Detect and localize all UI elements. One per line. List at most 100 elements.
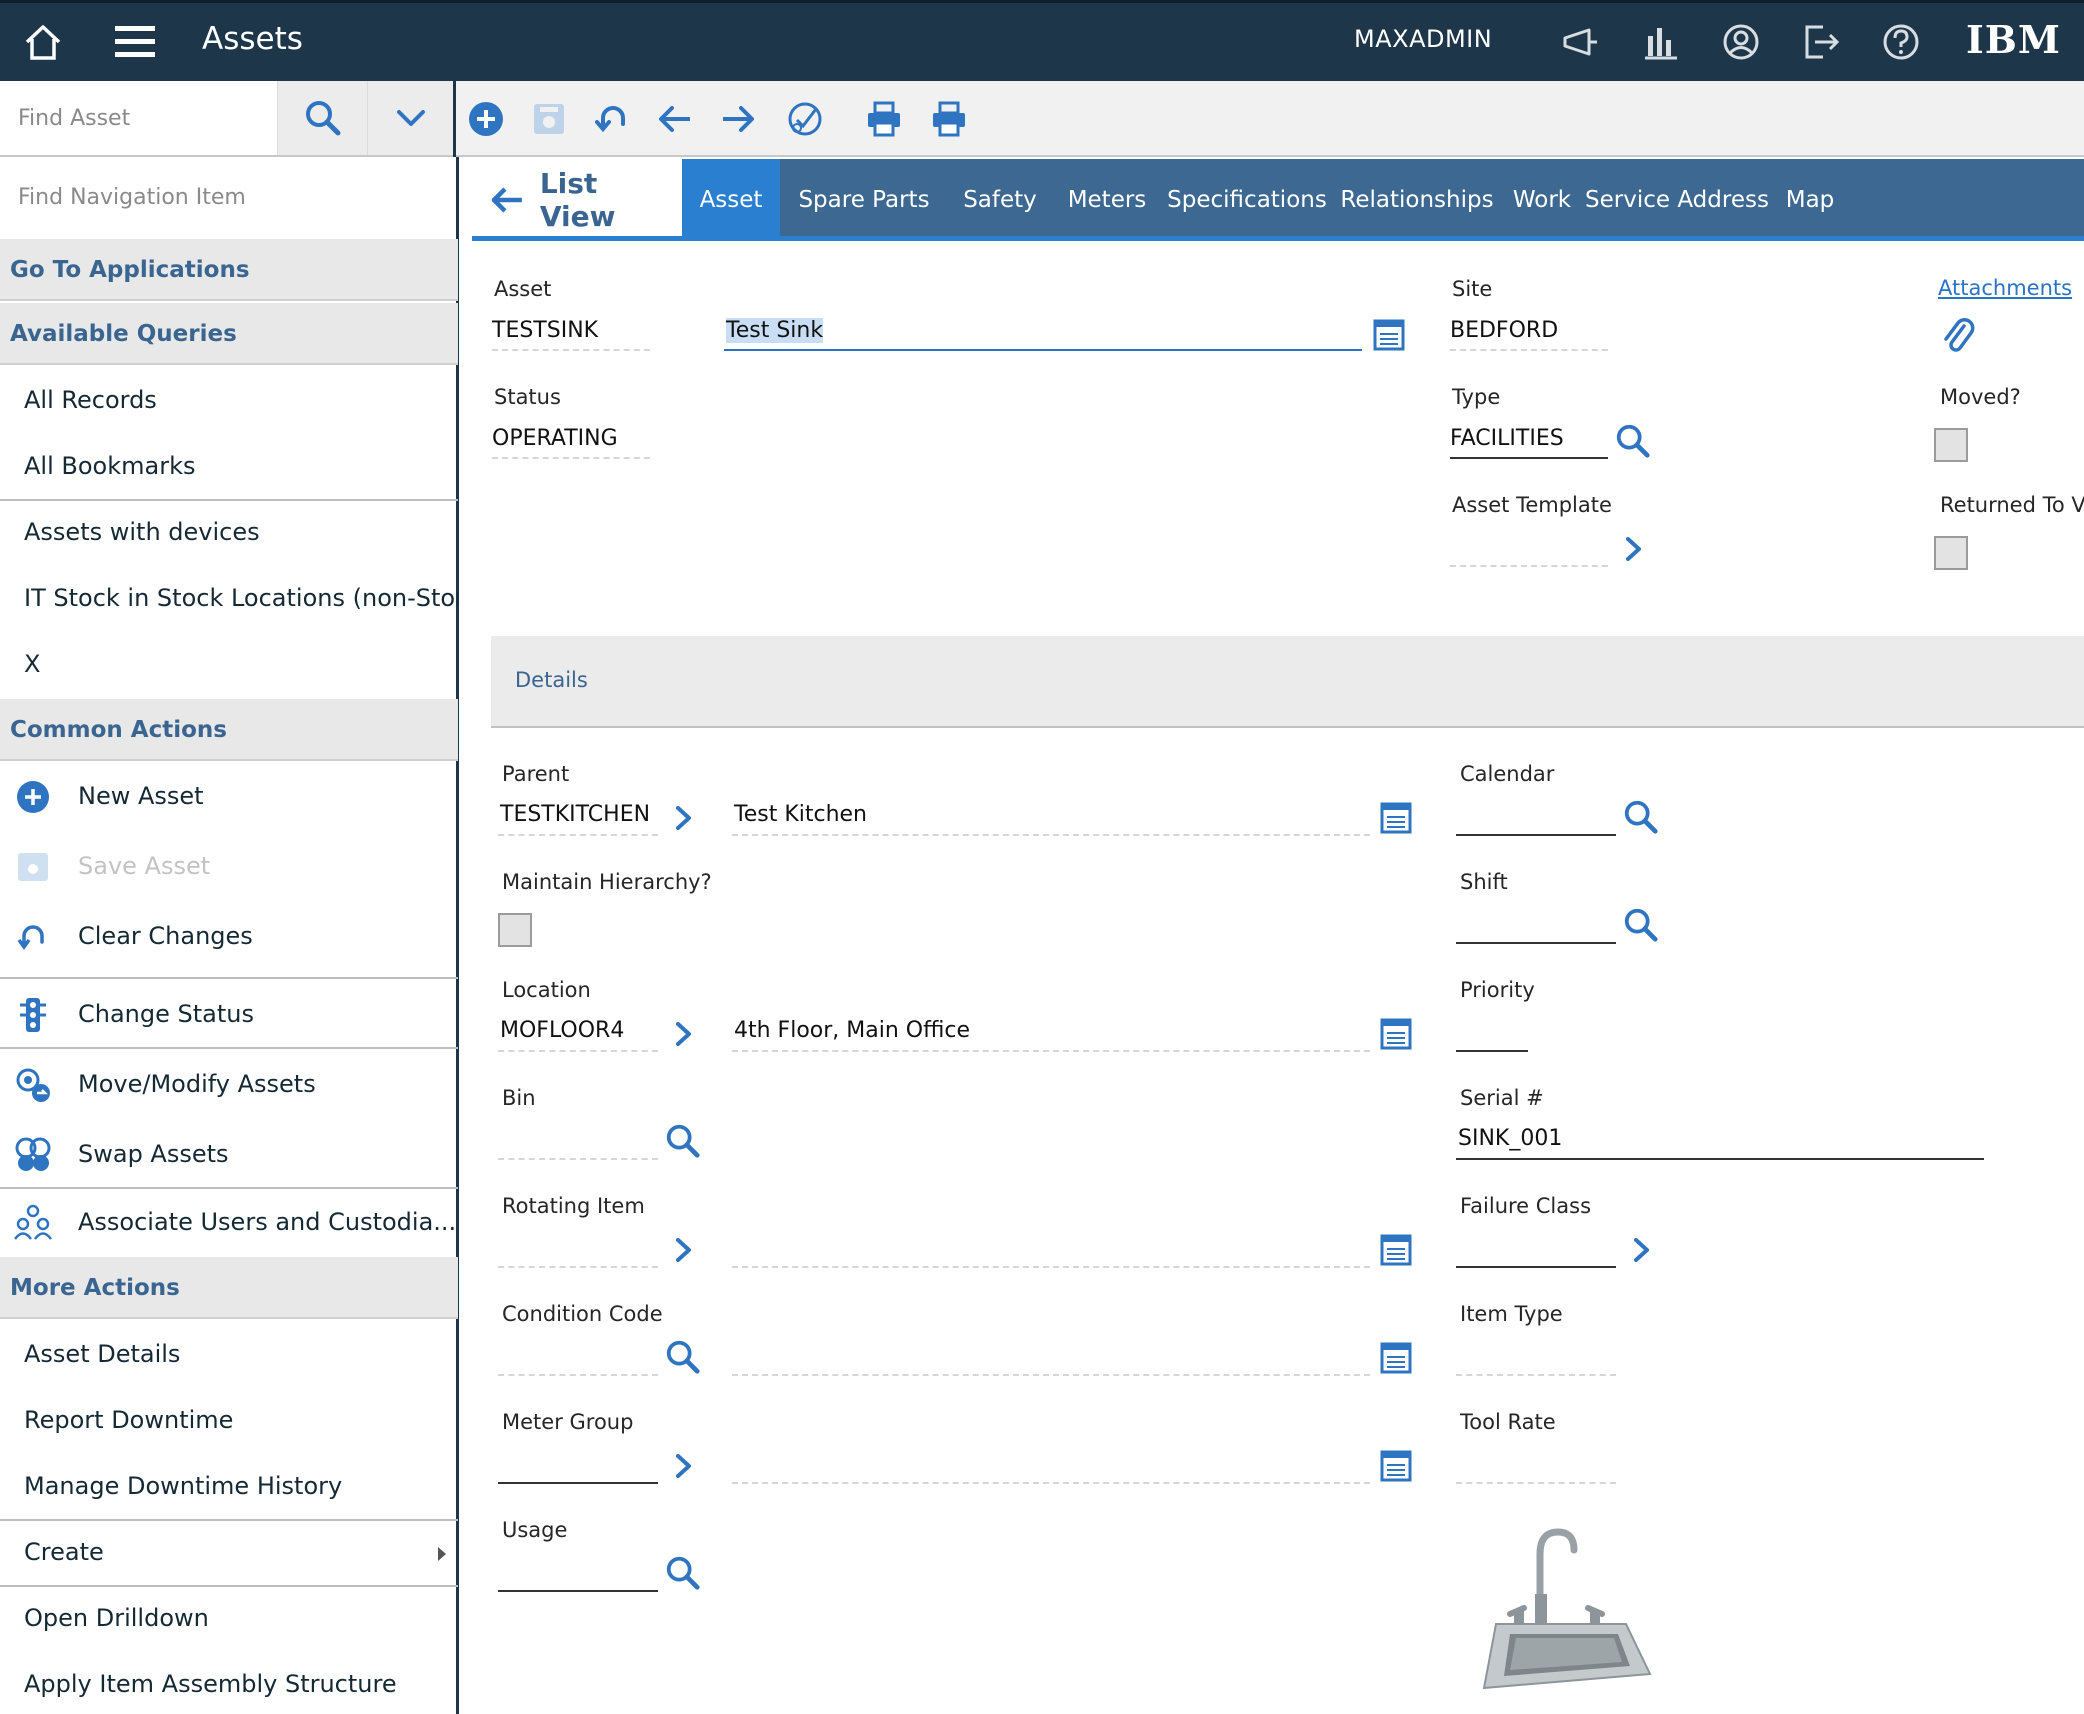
action-clear-changes[interactable]: Clear Changes bbox=[0, 903, 458, 969]
moved-checkbox[interactable] bbox=[1934, 428, 1968, 462]
paperclip-icon[interactable] bbox=[1942, 316, 1976, 356]
find-navigation-input[interactable] bbox=[0, 157, 456, 237]
more-apply-item-assembly[interactable]: Apply Item Assembly Structure bbox=[0, 1651, 458, 1714]
long-description-icon[interactable] bbox=[1377, 1231, 1415, 1269]
field-underline bbox=[498, 1158, 658, 1160]
tab-meters[interactable]: Meters bbox=[1052, 159, 1162, 240]
query-x[interactable]: X bbox=[0, 631, 458, 697]
type-label: Type bbox=[1452, 385, 1501, 409]
more-asset-details[interactable]: Asset Details bbox=[0, 1321, 458, 1387]
add-icon bbox=[17, 781, 49, 813]
serial-field[interactable]: SINK_001 bbox=[1458, 1121, 1562, 1157]
search-icon[interactable] bbox=[1622, 906, 1660, 944]
more-report-downtime[interactable]: Report Downtime bbox=[0, 1387, 458, 1453]
change-status-icon[interactable] bbox=[781, 95, 829, 143]
tab-work[interactable]: Work bbox=[1502, 159, 1582, 240]
description-field[interactable]: Test Sink bbox=[726, 313, 824, 349]
tab-relationships[interactable]: Relationships bbox=[1332, 159, 1502, 240]
profile-icon[interactable] bbox=[1714, 15, 1768, 69]
priority-label: Priority bbox=[1460, 978, 1535, 1002]
reports-icon[interactable] bbox=[1634, 15, 1688, 69]
parent-field[interactable]: TESTKITCHEN bbox=[500, 797, 650, 833]
long-description-icon[interactable] bbox=[1377, 1447, 1415, 1485]
field-underline bbox=[492, 349, 650, 351]
search-icon[interactable] bbox=[664, 1554, 702, 1592]
action-associate-users[interactable]: Associate Users and Custodia... bbox=[0, 1189, 458, 1255]
action-swap-assets[interactable]: Swap Assets bbox=[0, 1121, 458, 1187]
failure-class-label: Failure Class bbox=[1460, 1194, 1592, 1218]
field-underline bbox=[492, 457, 650, 459]
chevron-right-icon[interactable] bbox=[670, 1018, 698, 1050]
search-icon[interactable] bbox=[1614, 422, 1652, 460]
more-manage-downtime-history[interactable]: Manage Downtime History bbox=[0, 1453, 458, 1519]
previous-record-icon[interactable] bbox=[651, 95, 699, 143]
swap-assets-icon bbox=[15, 1137, 51, 1171]
details-section-header[interactable]: Details bbox=[491, 636, 2084, 728]
chevron-right-icon[interactable] bbox=[1628, 1234, 1656, 1266]
print-attachments-icon[interactable] bbox=[925, 95, 973, 143]
tab-safety[interactable]: Safety bbox=[948, 159, 1052, 240]
site-field[interactable]: BEDFORD bbox=[1450, 313, 1558, 349]
sign-out-icon[interactable] bbox=[1794, 15, 1848, 69]
long-description-icon[interactable] bbox=[1377, 799, 1415, 837]
chevron-right-icon[interactable] bbox=[670, 1450, 698, 1482]
field-underline bbox=[732, 834, 1370, 836]
list-view-tab[interactable]: List View bbox=[472, 159, 682, 240]
field-underline bbox=[1450, 349, 1608, 351]
tab-spare-parts[interactable]: Spare Parts bbox=[780, 159, 948, 240]
menu-icon[interactable] bbox=[108, 15, 162, 69]
query-it-stock[interactable]: IT Stock in Stock Locations (non-Stor... bbox=[0, 565, 458, 631]
find-asset-input[interactable] bbox=[0, 81, 278, 155]
print-icon[interactable] bbox=[860, 95, 908, 143]
action-move-modify-assets[interactable]: Move/Modify Assets bbox=[0, 1051, 458, 1117]
action-change-status[interactable]: Change Status bbox=[0, 981, 458, 1047]
more-open-drilldown[interactable]: Open Drilldown bbox=[0, 1585, 458, 1651]
search-icon[interactable] bbox=[1622, 798, 1660, 836]
search-button[interactable] bbox=[278, 81, 368, 155]
query-all-bookmarks[interactable]: All Bookmarks bbox=[0, 433, 458, 499]
field-underline bbox=[498, 1266, 658, 1268]
asset-template-label: Asset Template bbox=[1452, 493, 1612, 517]
returned-checkbox[interactable] bbox=[1934, 536, 1968, 570]
field-underline bbox=[1456, 1266, 1616, 1268]
more-actions-header[interactable]: More Actions bbox=[0, 1257, 458, 1319]
tab-service-address[interactable]: Service Address bbox=[1582, 159, 1772, 240]
chevron-right-icon[interactable] bbox=[670, 802, 698, 834]
go-to-applications-header[interactable]: Go To Applications bbox=[0, 239, 458, 301]
chevron-right-icon[interactable] bbox=[670, 1234, 698, 1266]
bulletin-icon[interactable] bbox=[1554, 15, 1608, 69]
chevron-right-icon[interactable] bbox=[1620, 533, 1648, 565]
long-description-icon[interactable] bbox=[1370, 316, 1408, 354]
long-description-icon[interactable] bbox=[1377, 1339, 1415, 1377]
location-field[interactable]: MOFLOOR4 bbox=[500, 1013, 624, 1049]
attachments-link[interactable]: Attachments bbox=[1938, 276, 2072, 300]
list-view-label: List View bbox=[539, 166, 616, 233]
undo-icon[interactable] bbox=[588, 95, 636, 143]
query-assets-with-devices[interactable]: Assets with devices bbox=[0, 499, 458, 565]
status-field: OPERATING bbox=[492, 426, 618, 451]
maintain-hierarchy-checkbox[interactable] bbox=[498, 913, 532, 947]
asset-field[interactable]: TESTSINK bbox=[492, 313, 598, 349]
tab-map[interactable]: Map bbox=[1772, 159, 1848, 240]
asset-image[interactable] bbox=[1470, 1528, 1656, 1698]
query-dropdown-button[interactable] bbox=[368, 81, 454, 155]
tab-specifications[interactable]: Specifications bbox=[1162, 159, 1332, 240]
long-description-icon[interactable] bbox=[1377, 1015, 1415, 1053]
help-icon[interactable] bbox=[1874, 15, 1928, 69]
search-icon[interactable] bbox=[664, 1122, 702, 1160]
action-new-asset[interactable]: New Asset bbox=[0, 763, 458, 829]
home-icon[interactable] bbox=[16, 15, 70, 69]
search-icon[interactable] bbox=[664, 1338, 702, 1376]
common-actions-header[interactable]: Common Actions bbox=[0, 699, 458, 761]
navigation-sidebar: Go To Applications Available Queries All… bbox=[0, 157, 459, 1714]
type-field[interactable]: FACILITIES bbox=[1450, 421, 1564, 457]
next-record-icon[interactable] bbox=[714, 95, 762, 143]
tool-rate-label: Tool Rate bbox=[1460, 1410, 1556, 1434]
usage-label: Usage bbox=[502, 1518, 568, 1542]
available-queries-header[interactable]: Available Queries bbox=[0, 303, 458, 365]
new-record-icon[interactable] bbox=[462, 95, 510, 143]
location-label: Location bbox=[502, 978, 591, 1002]
more-create[interactable]: Create bbox=[0, 1519, 458, 1585]
tab-asset[interactable]: Asset bbox=[682, 159, 780, 240]
query-all-records[interactable]: All Records bbox=[0, 367, 458, 433]
